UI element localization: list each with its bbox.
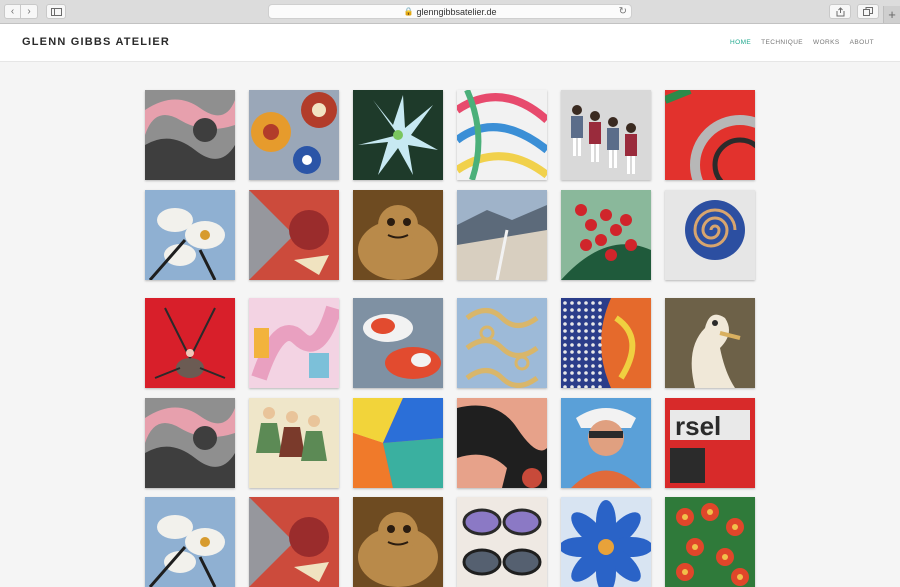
nav-about[interactable]: ABOUT <box>850 39 874 46</box>
insect-on-red-artwork-image <box>145 298 235 388</box>
orchid-artwork[interactable] <box>145 190 235 280</box>
red-circles-artwork-image <box>665 90 755 180</box>
dots-orange-artwork-image <box>561 298 651 388</box>
turtle-artwork[interactable] <box>353 190 443 280</box>
rooftops-landscape-artwork-image <box>457 190 547 280</box>
figure-abstract-artwork[interactable] <box>249 298 339 388</box>
url-text: glenngibbsatelier.de <box>416 6 497 17</box>
forward-icon: › <box>27 5 31 17</box>
nav-home[interactable]: HOME <box>730 39 751 46</box>
pink-grey-abstract-artwork-2-image <box>145 398 235 488</box>
dots-orange-artwork[interactable] <box>561 298 651 388</box>
goose-artwork[interactable] <box>665 298 755 388</box>
pink-grey-abstract-artwork-image <box>145 90 235 180</box>
address-bar[interactable]: 🔒 glenngibbsatelier.de ↻ <box>268 4 632 19</box>
main-navigation: HOME TECHNIQUE WORKS ABOUT <box>730 39 874 46</box>
red-berries-artwork-image <box>561 190 651 280</box>
dancers-artwork-image <box>249 398 339 488</box>
red-pattern-artwork-image <box>249 190 339 280</box>
new-tab-button[interactable]: + <box>883 6 900 23</box>
lily-flower-artwork-image <box>353 90 443 180</box>
woman-sunglasses-artwork[interactable] <box>561 398 651 488</box>
koi-fish-artwork[interactable] <box>353 298 443 388</box>
pink-grey-abstract-artwork[interactable] <box>145 90 235 180</box>
red-circles-artwork[interactable] <box>665 90 755 180</box>
blue-flower-artwork[interactable] <box>561 497 651 587</box>
back-icon: ‹ <box>10 5 15 17</box>
color-patches-artwork[interactable] <box>353 398 443 488</box>
crowd-people-artwork-image <box>561 90 651 180</box>
sign-letters-artwork-image: rsel <box>665 398 755 488</box>
orchid-artwork-image <box>145 190 235 280</box>
orchid-artwork-2[interactable] <box>145 497 235 587</box>
red-flowers-artwork[interactable] <box>665 497 755 587</box>
lily-flower-artwork[interactable] <box>353 90 443 180</box>
blue-spiral-artwork[interactable] <box>665 190 755 280</box>
site-header: GLENN GIBBS ATELIER HOME TECHNIQUE WORKS… <box>0 24 900 62</box>
gears-artwork[interactable] <box>249 90 339 180</box>
pink-grey-abstract-artwork-2[interactable] <box>145 398 235 488</box>
bodies-artwork[interactable] <box>457 398 547 488</box>
blue-spiral-artwork-image <box>665 190 755 280</box>
red-pattern-artwork-2-image <box>249 497 339 587</box>
share-button[interactable] <box>829 4 851 19</box>
sunglasses-artwork[interactable] <box>457 497 547 587</box>
insect-on-red-artwork[interactable] <box>145 298 235 388</box>
dancers-artwork[interactable] <box>249 398 339 488</box>
rooftops-landscape-artwork[interactable] <box>457 190 547 280</box>
forward-button[interactable]: › <box>21 4 38 19</box>
sidebar-icon <box>50 7 62 16</box>
svg-text:rsel: rsel <box>675 411 721 441</box>
turtle-artwork-2[interactable] <box>353 497 443 587</box>
sign-letters-artwork[interactable]: rsel <box>665 398 755 488</box>
turtle-artwork-image <box>353 190 443 280</box>
red-pattern-artwork[interactable] <box>249 190 339 280</box>
site-logo[interactable]: GLENN GIBBS ATELIER <box>22 36 170 48</box>
color-patches-artwork-image <box>353 398 443 488</box>
bodies-artwork-image <box>457 398 547 488</box>
browser-toolbar: ‹ › 🔒 glenngibbsatelier.de ↻ + <box>0 0 900 24</box>
gold-swirls-artwork-image <box>457 298 547 388</box>
gears-artwork-image <box>249 90 339 180</box>
reload-icon[interactable]: ↻ <box>619 6 627 17</box>
colorful-lines-artwork-image <box>457 90 547 180</box>
crowd-people-artwork[interactable] <box>561 90 651 180</box>
history-navigation: ‹ › <box>4 4 38 19</box>
goose-artwork-image <box>665 298 755 388</box>
sunglasses-artwork-image <box>457 497 547 587</box>
tabs-icon <box>863 7 873 16</box>
nav-works[interactable]: WORKS <box>813 39 840 46</box>
gold-swirls-artwork[interactable] <box>457 298 547 388</box>
woman-sunglasses-artwork-image <box>561 398 651 488</box>
share-icon <box>836 6 844 16</box>
red-pattern-artwork-2[interactable] <box>249 497 339 587</box>
sidebar-toggle-button[interactable] <box>46 4 66 19</box>
koi-fish-artwork-image <box>353 298 443 388</box>
red-berries-artwork[interactable] <box>561 190 651 280</box>
colorful-lines-artwork[interactable] <box>457 90 547 180</box>
back-button[interactable]: ‹ <box>4 4 21 19</box>
turtle-artwork-2-image <box>353 497 443 587</box>
blue-flower-artwork-image <box>561 497 651 587</box>
tabs-overview-button[interactable] <box>857 4 879 19</box>
orchid-artwork-2-image <box>145 497 235 587</box>
red-flowers-artwork-image <box>665 497 755 587</box>
plus-icon: + <box>888 7 896 22</box>
figure-abstract-artwork-image <box>249 298 339 388</box>
nav-technique[interactable]: TECHNIQUE <box>761 39 803 46</box>
lock-icon: 🔒 <box>403 7 414 16</box>
